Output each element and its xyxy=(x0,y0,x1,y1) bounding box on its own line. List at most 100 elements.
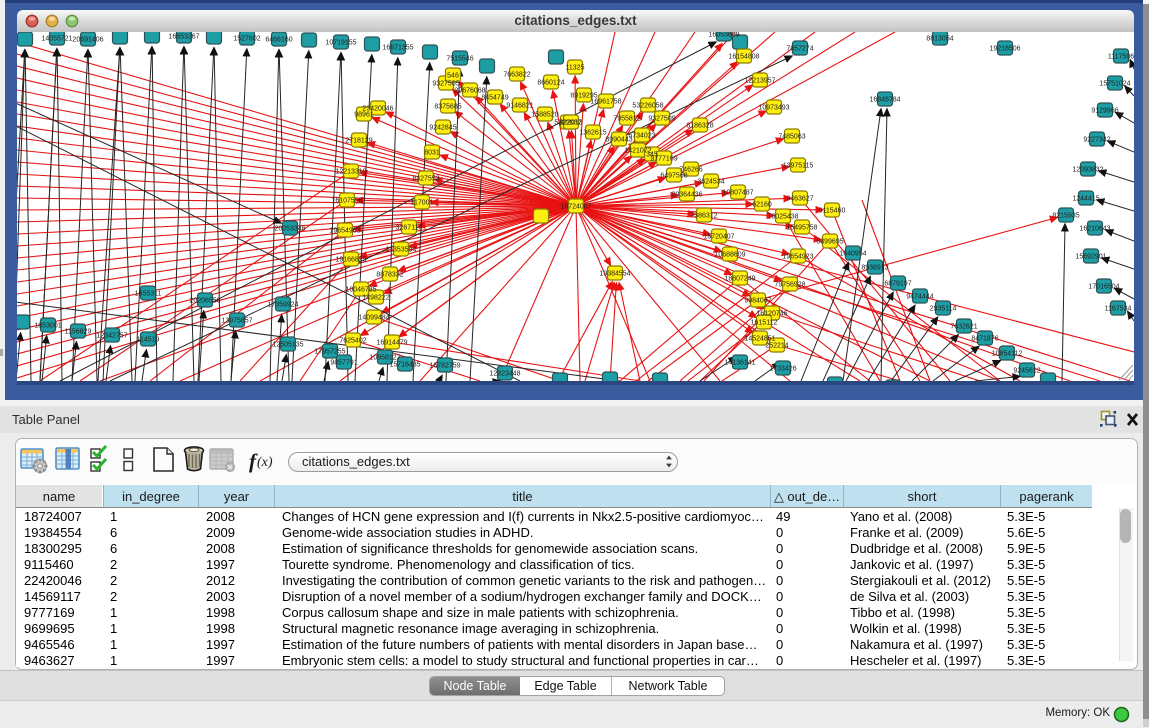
svg-text:9857791: 9857791 xyxy=(330,360,357,367)
svg-text:15495758: 15495758 xyxy=(786,225,817,232)
svg-text:19166825: 19166825 xyxy=(335,257,366,264)
svg-text:9146821: 9146821 xyxy=(506,103,533,110)
svg-text:16053809: 16053809 xyxy=(708,32,739,39)
svg-text:10719155: 10719155 xyxy=(325,40,356,47)
svg-text:7386312: 7386312 xyxy=(690,213,717,220)
svg-text:10025438: 10025438 xyxy=(767,214,798,221)
svg-text:12505135: 12505135 xyxy=(272,342,303,349)
svg-text:9777169: 9777169 xyxy=(650,156,677,163)
svg-text:14099484: 14099484 xyxy=(358,315,389,322)
svg-text:17957255: 17957255 xyxy=(314,349,345,356)
svg-text:20053346: 20053346 xyxy=(274,226,305,233)
svg-text:18807249: 18807249 xyxy=(724,276,755,283)
svg-text:822013: 822013 xyxy=(559,120,582,127)
svg-text:1655311: 1655311 xyxy=(135,291,162,298)
svg-text:6879197: 6879197 xyxy=(884,281,911,288)
svg-text:9463627: 9463627 xyxy=(786,196,813,203)
svg-text:252214: 252214 xyxy=(765,343,788,350)
svg-text:98961: 98961 xyxy=(354,112,374,119)
svg-text:14055721: 14055721 xyxy=(41,36,72,43)
svg-text:9984067: 9984067 xyxy=(744,298,771,305)
svg-text:117001: 117001 xyxy=(411,200,434,207)
svg-text:16671355: 16671355 xyxy=(382,45,413,52)
svg-text:8660124: 8660124 xyxy=(537,80,564,87)
svg-text:7485063: 7485063 xyxy=(778,134,805,141)
svg-text:9242845: 9242845 xyxy=(429,125,456,132)
svg-text:3267110: 3267110 xyxy=(396,225,423,232)
svg-text:10807487: 10807487 xyxy=(722,190,753,197)
svg-text:10958127: 10958127 xyxy=(369,355,400,362)
svg-text:7955812: 7955812 xyxy=(613,116,640,123)
svg-text:19218506: 19218506 xyxy=(989,46,1020,53)
svg-text:8454749: 8454749 xyxy=(481,95,508,102)
svg-text:9327509: 9327509 xyxy=(648,116,675,123)
svg-text:9245612: 9245612 xyxy=(1013,368,1040,375)
svg-text:11325: 11325 xyxy=(566,65,585,72)
svg-text:7663822: 7663822 xyxy=(503,72,530,79)
svg-text:8375685: 8375685 xyxy=(434,104,461,111)
svg-text:9227342: 9227342 xyxy=(1083,137,1110,144)
svg-text:9129966: 9129966 xyxy=(1091,108,1118,115)
svg-text:19654923: 19654923 xyxy=(782,254,813,261)
svg-text:8215935: 8215935 xyxy=(1052,213,1079,220)
svg-text:1156829: 1156829 xyxy=(65,329,92,336)
svg-text:1733426: 1733426 xyxy=(769,366,796,373)
svg-text:8031: 8031 xyxy=(424,150,440,157)
svg-text:1167534: 1167534 xyxy=(1105,306,1132,313)
svg-text:16653267: 16653267 xyxy=(168,34,199,41)
svg-text:6899695: 6899695 xyxy=(816,239,843,246)
svg-text:8427553: 8427553 xyxy=(412,176,439,183)
svg-text:53226058: 53226058 xyxy=(632,103,663,110)
svg-text:1527602: 1527602 xyxy=(233,36,260,43)
svg-text:12213319: 12213319 xyxy=(335,169,366,176)
svg-text:15716485: 15716485 xyxy=(389,362,420,369)
svg-text:10854112: 10854112 xyxy=(992,351,1023,358)
svg-text:114519: 114519 xyxy=(137,337,160,344)
svg-text:11353594: 11353594 xyxy=(386,247,417,254)
svg-text:8878332: 8878332 xyxy=(376,272,403,279)
svg-text:20206556: 20206556 xyxy=(189,298,220,305)
svg-text:16107556: 16107556 xyxy=(331,198,362,205)
svg-text:10973493: 10973493 xyxy=(758,105,789,112)
svg-text:17016504: 17016504 xyxy=(1088,284,1119,291)
svg-text:16120746: 16120746 xyxy=(756,311,787,318)
svg-text:7632621: 7632621 xyxy=(950,324,977,331)
svg-text:18724007: 18724007 xyxy=(560,204,591,211)
svg-text:12342757: 12342757 xyxy=(96,333,127,340)
svg-text:17359924: 17359924 xyxy=(267,302,298,309)
svg-text:15692901: 15692901 xyxy=(1075,254,1106,261)
svg-text:10688609: 10688609 xyxy=(714,252,745,259)
svg-text:16961758: 16961758 xyxy=(590,99,621,106)
svg-text:12823448: 12823448 xyxy=(489,371,520,378)
svg-text:16914479: 16914479 xyxy=(376,340,407,347)
svg-text:1588520: 1588520 xyxy=(531,112,558,119)
svg-text:6497568: 6497568 xyxy=(660,173,687,180)
svg-text:13975115: 13975115 xyxy=(783,163,814,170)
svg-text:15751024: 15751024 xyxy=(1099,81,1130,88)
svg-text:15720407: 15720407 xyxy=(703,234,734,241)
svg-text:16848784: 16848784 xyxy=(869,97,900,104)
svg-text:7515546: 7515546 xyxy=(446,56,473,63)
svg-text:14136141: 14136141 xyxy=(724,360,755,367)
svg-text:10046785: 10046785 xyxy=(345,287,376,294)
svg-text:16210643: 16210643 xyxy=(1079,226,1110,233)
svg-text:8471876: 8471876 xyxy=(971,336,998,343)
svg-text:8813054: 8813054 xyxy=(926,36,953,43)
svg-text:7625402: 7625402 xyxy=(339,338,366,345)
svg-text:20364436: 20364436 xyxy=(671,192,702,199)
svg-text:1498222: 1498222 xyxy=(362,295,389,302)
svg-text:6466160: 6466160 xyxy=(265,37,292,44)
svg-text:1853001: 1853001 xyxy=(34,323,61,330)
svg-text:16154808: 16154808 xyxy=(728,54,759,61)
svg-text:16782759: 16782759 xyxy=(429,363,460,370)
svg-text:1640954: 1640954 xyxy=(839,251,866,258)
svg-text:1244415: 1244415 xyxy=(1072,196,1099,203)
svg-text:8186328: 8186328 xyxy=(686,123,713,130)
svg-text:7857274: 7857274 xyxy=(786,46,813,53)
svg-text:9115460: 9115460 xyxy=(819,208,846,215)
svg-text:79756928: 79756928 xyxy=(774,282,805,289)
svg-text:19384554: 19384554 xyxy=(599,271,630,278)
svg-text:2718129: 2718129 xyxy=(345,138,372,145)
svg-text:1615112: 1615112 xyxy=(751,320,778,327)
svg-text:3624534: 3624534 xyxy=(697,179,724,186)
